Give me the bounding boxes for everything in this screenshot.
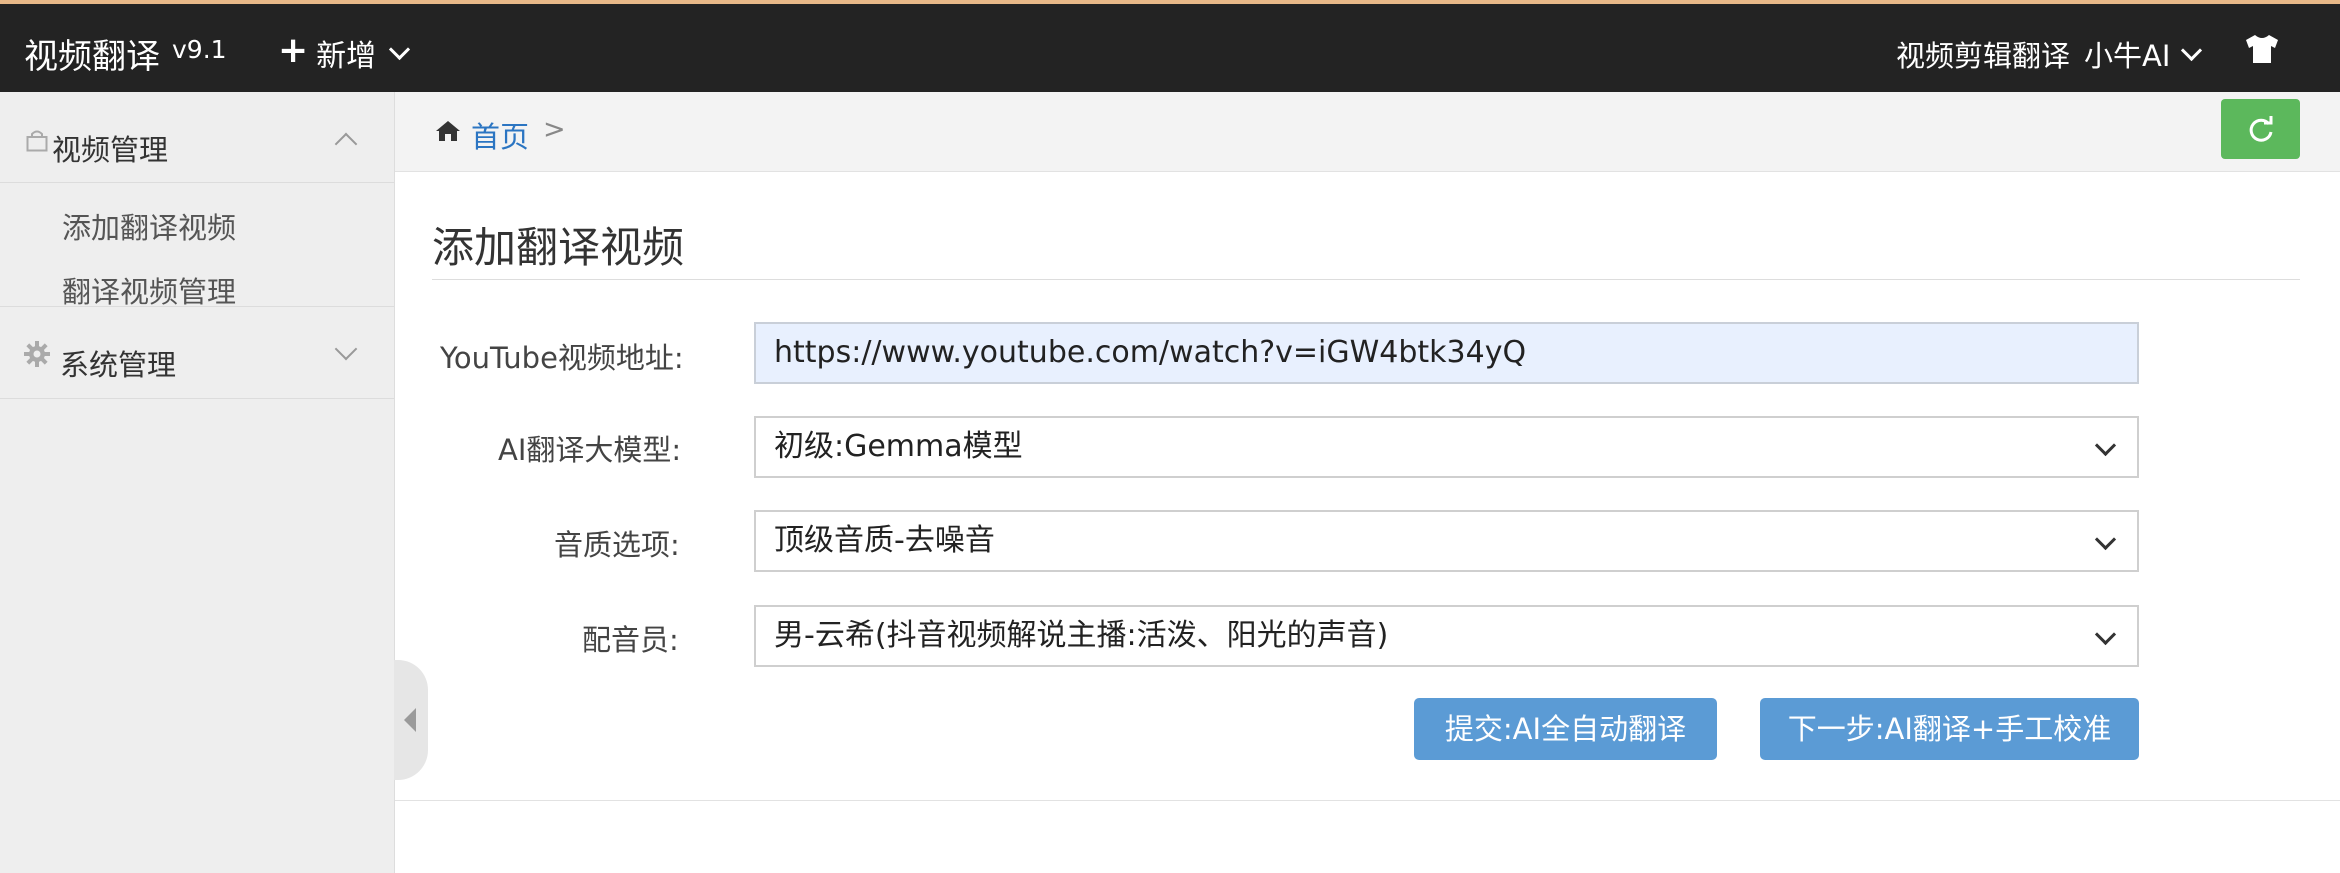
chevron-down-icon [389, 38, 411, 60]
chevron-down-icon [334, 337, 358, 361]
chevron-up-icon [334, 132, 358, 156]
chevron-down-icon [2094, 528, 2117, 551]
breadcrumb-home-link[interactable]: 首页 [471, 114, 529, 156]
new-menu-button[interactable]: + 新增 [278, 30, 411, 75]
voice-actor-value: 男-云希(抖音视频解说主播:活泼、阳光的声音) [774, 618, 1389, 653]
chevron-down-icon [2094, 434, 2117, 457]
top-navbar: 视频翻译 v9.1 + 新增 视频剪辑翻译 小牛AI [0, 0, 2340, 92]
page-title: 添加翻译视频 [432, 223, 685, 272]
sidebar-collapse-handle[interactable] [394, 660, 428, 780]
chevron-down-icon [2094, 623, 2117, 646]
sidebar-group-system-management[interactable]: 系统管理 [0, 306, 394, 399]
submit-auto-translate-button[interactable]: 提交:AI全自动翻译 [1414, 698, 1717, 760]
video-editing-translate-link[interactable]: 视频剪辑翻译 [1896, 33, 2070, 75]
sidebar: 视频管理 添加翻译视频 翻译视频管理 系统管理 [0, 92, 395, 873]
next-step-manual-calibration-button[interactable]: 下一步:AI翻译+手工校准 [1760, 698, 2139, 760]
new-menu-label: 新增 [316, 39, 377, 74]
bag-icon [26, 130, 48, 152]
plus-icon: + [278, 30, 309, 71]
refresh-button[interactable] [2221, 99, 2300, 159]
breadcrumb: 首页 > [395, 92, 2340, 172]
audio-quality-value: 顶级音质-去噪音 [774, 523, 995, 558]
caret-left-icon [404, 708, 416, 732]
sidebar-item-translation-video-management[interactable]: 翻译视频管理 [62, 269, 236, 311]
sidebar-item-add-translation-video[interactable]: 添加翻译视频 [62, 205, 236, 247]
title-divider [432, 279, 2300, 280]
sidebar-group-label: 系统管理 [60, 348, 177, 382]
refresh-icon [2249, 116, 2273, 142]
breadcrumb-separator: > [543, 114, 566, 145]
app-title[interactable]: 视频翻译 [24, 29, 160, 78]
audio-quality-label: 音质选项: [554, 528, 680, 562]
gear-icon [24, 341, 50, 367]
ai-model-value: 初级:Gemma模型 [774, 429, 1023, 464]
ai-model-label: AI翻译大模型: [498, 433, 682, 467]
audio-quality-select[interactable]: 顶级音质-去噪音 [754, 510, 2139, 572]
sidebar-group-label: 视频管理 [52, 133, 169, 167]
voice-actor-select[interactable]: 男-云希(抖音视频解说主播:活泼、阳光的声音) [754, 605, 2139, 667]
youtube-url-label: YouTube视频地址: [440, 341, 684, 375]
user-name: 小牛AI [2084, 39, 2171, 73]
tshirt-icon[interactable] [2244, 34, 2280, 64]
youtube-url-input[interactable]: https://www.youtube.com/watch?v=iGW4btk3… [754, 322, 2139, 384]
chevron-down-icon [2181, 39, 2203, 61]
home-icon [436, 121, 460, 141]
ai-model-select[interactable]: 初级:Gemma模型 [754, 416, 2139, 478]
version-label: v9.1 [172, 35, 227, 64]
user-menu[interactable]: 小牛AI [2084, 33, 2203, 75]
voice-actor-label: 配音员: [582, 623, 679, 657]
content-divider [395, 800, 2340, 801]
sidebar-group-video-management[interactable]: 视频管理 [0, 92, 394, 183]
